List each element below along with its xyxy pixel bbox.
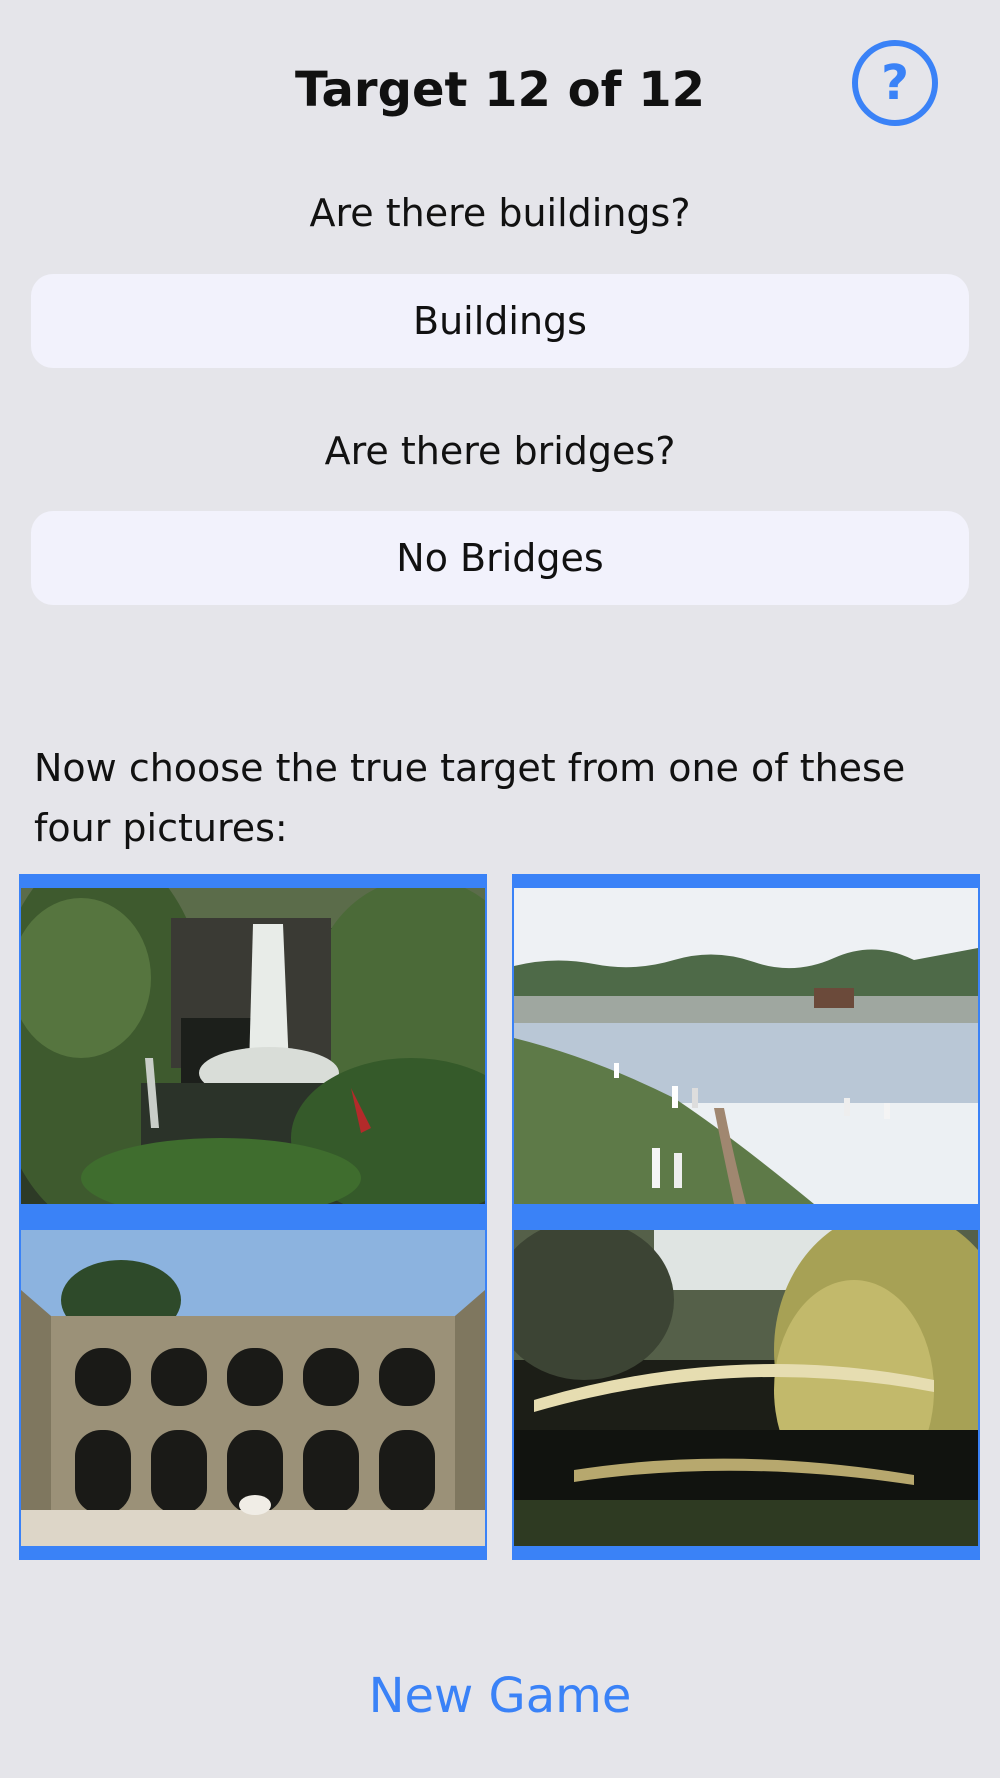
- picture-river[interactable]: [512, 874, 980, 1218]
- new-game-button[interactable]: New Game: [0, 1668, 1000, 1724]
- choose-target-prompt: Now choose the true target from one of t…: [34, 746, 906, 850]
- answer-bridges-label: No Bridges: [396, 536, 604, 580]
- bridge-image: [514, 1230, 978, 1546]
- game-screen: Target 12 of 12 ? Are there buildings? B…: [0, 0, 1000, 1778]
- river-image: [514, 888, 978, 1204]
- question-mark-icon: ?: [881, 55, 909, 111]
- help-button[interactable]: ?: [852, 40, 938, 126]
- waterfall-image: [21, 888, 485, 1204]
- answer-buildings-label: Buildings: [413, 299, 587, 343]
- page-title: Target 12 of 12: [294, 62, 706, 118]
- question-buildings: Are there buildings?: [309, 191, 691, 235]
- question-bridges: Are there bridges?: [324, 429, 676, 473]
- picture-waterfall[interactable]: [19, 874, 487, 1218]
- picture-bridge[interactable]: [512, 1216, 980, 1560]
- picture-courtyard[interactable]: [19, 1216, 487, 1560]
- courtyard-image: [21, 1230, 485, 1546]
- answer-bridges-button[interactable]: No Bridges: [31, 511, 969, 605]
- answer-buildings-button[interactable]: Buildings: [31, 274, 969, 368]
